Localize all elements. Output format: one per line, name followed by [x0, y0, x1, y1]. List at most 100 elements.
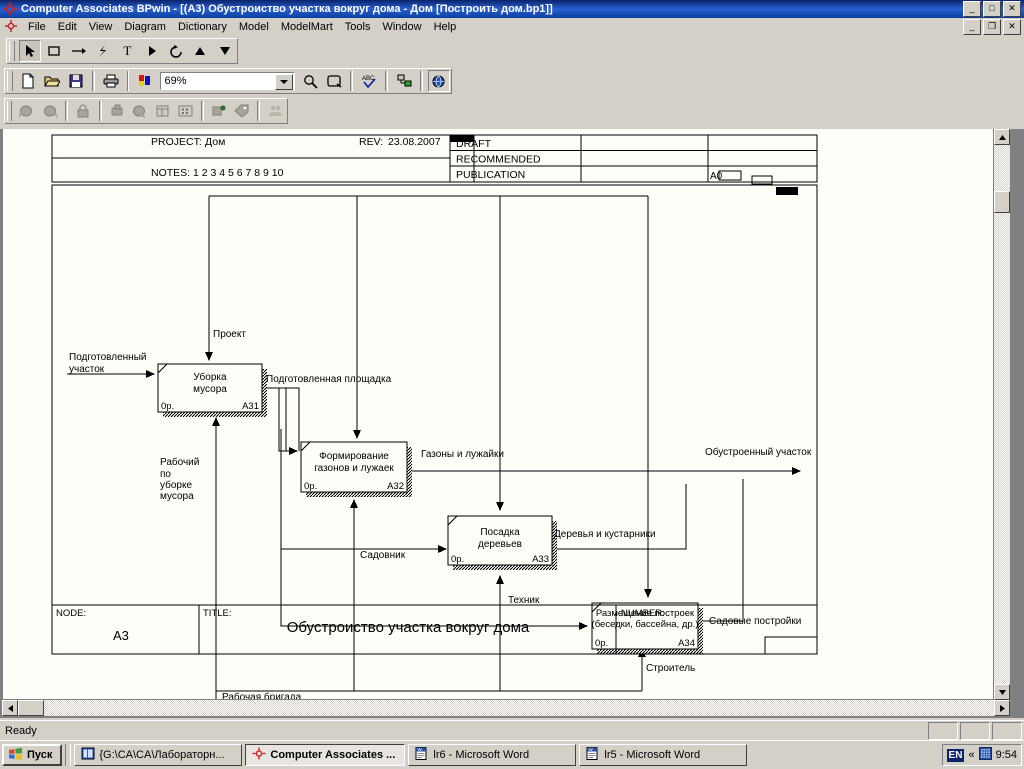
- odbc-icon[interactable]: [427, 70, 450, 92]
- menu-modelmart[interactable]: ModelMart: [275, 20, 339, 34]
- model-explorer-icon[interactable]: [393, 70, 415, 92]
- activity-box-tool-button[interactable]: [43, 40, 65, 62]
- menu-dictionary[interactable]: Dictionary: [172, 20, 233, 34]
- reader-box-3: [776, 187, 798, 195]
- save-icon[interactable]: [65, 70, 87, 92]
- arrow-tool-button[interactable]: [67, 40, 89, 62]
- activity-box-a32[interactable]: Формирование газонов и лужаек 0р. A32: [300, 441, 412, 497]
- start-button[interactable]: Пуск: [2, 744, 63, 766]
- label-mech-cleanup-worker-line1: Рабочий: [160, 456, 199, 468]
- toolbar-separator: [200, 101, 204, 121]
- toolbar-row-draw: T: [0, 36, 1024, 66]
- menu-view[interactable]: View: [83, 20, 119, 34]
- open-icon[interactable]: [41, 70, 63, 92]
- chevron-down-icon[interactable]: [275, 74, 294, 90]
- diagram-canvas[interactable]: PROJECT: Дом REV: 23.08.2007 NOTES: 1 2 …: [2, 129, 994, 700]
- idef0-diagram[interactable]: PROJECT: Дом REV: 23.08.2007 NOTES: 1 2 …: [3, 129, 994, 700]
- close-button[interactable]: ✕: [1003, 1, 1021, 17]
- horizontal-scroll-track[interactable]: [18, 700, 994, 716]
- zoom-combo[interactable]: [160, 72, 296, 90]
- print-icon[interactable]: [100, 70, 122, 92]
- text-tool-button[interactable]: T: [116, 40, 138, 62]
- check-out-icon[interactable]: [16, 100, 37, 122]
- activity-name-line1: Формирование: [319, 451, 389, 462]
- minimize-button[interactable]: _: [963, 1, 981, 17]
- taskbar: Пуск {G:\CA\CA\Лабораторн... Computer As…: [0, 740, 1024, 769]
- horizontal-scroll-thumb[interactable]: [18, 700, 44, 716]
- child-restore-button[interactable]: ❐: [983, 19, 1001, 35]
- menu-bar: File Edit View Diagram Dictionary Model …: [0, 18, 1024, 37]
- child-minimize-button[interactable]: _: [963, 19, 981, 35]
- check-in-icon[interactable]: [39, 100, 60, 122]
- activity-name-line2: деревьев: [478, 539, 522, 550]
- clock[interactable]: 9:54: [996, 749, 1017, 761]
- scroll-left-button[interactable]: [2, 700, 18, 716]
- store-icon[interactable]: [152, 100, 173, 122]
- spell-check-icon[interactable]: ABC: [358, 70, 380, 92]
- taskbar-item-word-lr5[interactable]: W lr5 - Microsoft Word: [579, 744, 748, 766]
- application-window: Computer Associates BPwin - [(A3) Обустр…: [0, 0, 1024, 769]
- toolbar-grip[interactable]: [7, 101, 13, 121]
- canvas-horizontal-scrollbar[interactable]: [2, 700, 1010, 716]
- users-icon[interactable]: [265, 100, 286, 122]
- zoom-input[interactable]: [161, 72, 291, 90]
- tag-icon[interactable]: [232, 100, 253, 122]
- bpwin-target-icon: [252, 747, 266, 763]
- down-arrow-tool-button[interactable]: [214, 40, 236, 62]
- scroll-down-button[interactable]: [994, 684, 1010, 700]
- label-mech-technician: Техник: [508, 595, 540, 606]
- taskbar-item-explorer[interactable]: {G:\CA\CA\Лабораторн...: [74, 744, 243, 766]
- rotate-tool-button[interactable]: [165, 40, 187, 62]
- squiggle-tool-button[interactable]: [92, 40, 114, 62]
- vertical-scroll-track[interactable]: [994, 145, 1010, 684]
- activity-box-a31[interactable]: Уборка мусора 0р. A31: [157, 363, 267, 417]
- project-value: Дом: [205, 136, 225, 148]
- menu-file[interactable]: File: [22, 20, 52, 34]
- rev-label: REV:: [359, 136, 383, 148]
- new-icon[interactable]: [17, 70, 39, 92]
- label-input-prepared-site-line1: Подготовленный: [69, 352, 146, 363]
- tunnel-tool-button[interactable]: [141, 40, 163, 62]
- grid-icon[interactable]: [175, 100, 196, 122]
- change-owner-icon[interactable]: [209, 100, 230, 122]
- windows-logo-icon: [8, 747, 23, 764]
- label-mech-builder: Строитель: [646, 663, 695, 674]
- label-mech-cleanup-worker-line3: уборке: [160, 479, 192, 491]
- up-arrow-tool-button[interactable]: [189, 40, 211, 62]
- refresh-icon[interactable]: [129, 100, 150, 122]
- bpwin-target-icon: [2, 1, 18, 17]
- menu-help[interactable]: Help: [428, 20, 463, 34]
- mdi-client-area: PROJECT: Дом REV: 23.08.2007 NOTES: 1 2 …: [0, 129, 1024, 718]
- project-label: PROJECT:: [151, 136, 202, 148]
- status-cells: [928, 722, 1022, 740]
- scroll-right-button[interactable]: [994, 700, 1010, 716]
- tray-chevron-icon[interactable]: «: [968, 749, 974, 761]
- merge-icon[interactable]: [107, 100, 128, 122]
- maximize-button[interactable]: □: [983, 1, 1001, 17]
- menu-diagram[interactable]: Diagram: [118, 20, 172, 34]
- canvas-vertical-scrollbar[interactable]: [994, 129, 1010, 700]
- scroll-up-button[interactable]: [994, 129, 1010, 145]
- taskbar-item-bpwin[interactable]: Computer Associates ...: [245, 744, 406, 766]
- mdi-child-controls: _ ❐ ✕: [963, 19, 1021, 35]
- activity-box-a33[interactable]: Посадка деревьев 0р. A33: [447, 515, 557, 570]
- pointer-tool-button[interactable]: [18, 40, 42, 62]
- toolbar-grip[interactable]: [7, 71, 13, 91]
- menu-window[interactable]: Window: [376, 20, 427, 34]
- language-indicator[interactable]: EN: [946, 748, 965, 762]
- taskbar-item-word-lr6[interactable]: W lr6 - Microsoft Word: [408, 744, 577, 766]
- vertical-scroll-thumb[interactable]: [994, 191, 1010, 213]
- fit-to-window-icon[interactable]: [323, 70, 345, 92]
- lock-icon[interactable]: [73, 100, 94, 122]
- menu-tools[interactable]: Tools: [339, 20, 377, 34]
- menu-model[interactable]: Model: [233, 20, 275, 34]
- calendar-icon[interactable]: [978, 747, 992, 763]
- color-palette-icon[interactable]: [134, 70, 156, 92]
- child-close-button[interactable]: ✕: [1003, 19, 1021, 35]
- status-cell-1: [928, 722, 958, 740]
- zoom-icon[interactable]: [299, 70, 321, 92]
- toolbar-separator: [350, 71, 354, 91]
- toolbar-grip[interactable]: [9, 41, 15, 61]
- menu-edit[interactable]: Edit: [52, 20, 83, 34]
- taskbar-item-label: Computer Associates ...: [270, 749, 396, 761]
